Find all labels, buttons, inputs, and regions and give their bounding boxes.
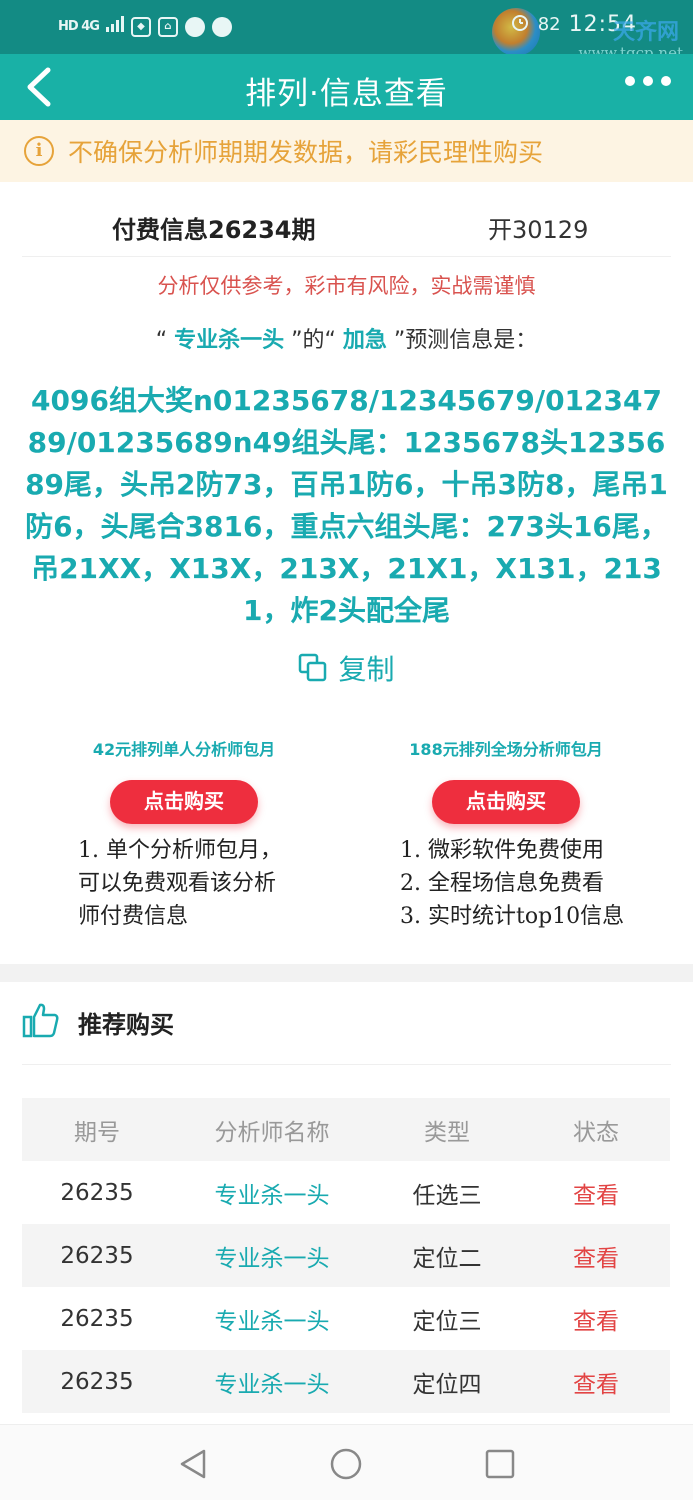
type-cell: 定位四: [412, 1371, 482, 1398]
copy-icon: [298, 653, 328, 683]
page-title: 排列·信息查看: [245, 76, 448, 112]
package-line: 2. 全程场信息免费看: [400, 871, 604, 896]
package-description: 1. 单个分析师包月， 可以免费观看该分析 师付费信息: [34, 834, 334, 933]
signal-bars-icon: [105, 16, 124, 37]
type-cell: 定位二: [412, 1245, 482, 1272]
warning-notice: i 不确保分析师期期发数据，请彩民理性购买: [0, 120, 693, 182]
package-line: 可以免费观看该分析: [78, 871, 277, 896]
view-link[interactable]: 查看: [522, 1365, 670, 1399]
recommend-table: 期号 分析师名称 类型 状态 26235 专业杀一头 任选三 查看 26235 …: [22, 1098, 670, 1413]
open-result: 开30129: [488, 216, 589, 244]
package-line: 3. 实时统计top10信息: [400, 904, 625, 929]
view-link[interactable]: 查看: [522, 1176, 670, 1210]
home-notification-icon: ⌂: [157, 16, 178, 37]
analyst-link[interactable]: 专业杀一头: [172, 1365, 372, 1399]
app-notification-icon: ◆: [130, 16, 151, 37]
watermark-brand: 天齐网: [612, 20, 679, 45]
nav-recents-button[interactable]: [483, 1447, 517, 1481]
more-options-button[interactable]: [625, 76, 671, 86]
package-single: 42元排列单人分析师包月 点击购买 1. 单个分析师包月， 可以免费观看该分析 …: [34, 736, 334, 933]
package-line: 1. 微彩软件免费使用: [400, 838, 604, 863]
nav-back-button[interactable]: [176, 1447, 210, 1481]
system-nav-bar: [0, 1424, 693, 1500]
divider: [22, 256, 671, 257]
column-header: 类型: [424, 1119, 470, 1146]
issue-cell: 26235: [60, 1305, 134, 1332]
prediction-prefix: “: [155, 328, 175, 353]
nav-home-button[interactable]: [329, 1447, 363, 1481]
package-all: 188元排列全场分析师包月 点击购买 1. 微彩软件免费使用 2. 全程场信息免…: [356, 736, 656, 933]
status-bar: HD 4G ◆ ⌂ 82 12:54 天齐网 www.tqcp.net: [0, 0, 693, 62]
package-title: 188元排列全场分析师包月: [409, 740, 603, 759]
issue-label: 付费信息26234期: [112, 216, 316, 244]
section-separator: [0, 964, 693, 982]
package-line: 1. 单个分析师包月，: [78, 838, 282, 863]
prediction-content: 4096组大奖n01235678/12345679/01234789/01235…: [25, 384, 668, 627]
app-bar: 排列·信息查看: [0, 54, 693, 120]
type-cell: 定位三: [412, 1308, 482, 1335]
circle-home-icon: [330, 1448, 362, 1480]
prediction-suffix: ”预测信息是：: [386, 328, 538, 353]
prediction-mid: ”的“: [284, 328, 343, 353]
issue-cell: 26235: [60, 1242, 134, 1269]
signal-text: HD 4G: [58, 19, 100, 34]
table-row[interactable]: 26235 专业杀一头 定位三 查看: [22, 1287, 670, 1350]
analyst-link[interactable]: 专业杀一头: [172, 1302, 372, 1336]
triangle-back-icon: [180, 1449, 206, 1479]
issue-cell: 26235: [60, 1368, 134, 1395]
more-dot-icon: [625, 76, 635, 86]
app-notification-dot2-icon: [211, 16, 232, 37]
buy-button[interactable]: 点击购买: [110, 780, 258, 824]
copy-label: 复制: [338, 653, 395, 686]
analyst-name: 专业杀一头: [174, 328, 285, 353]
thumbs-up-icon: [22, 1002, 60, 1042]
analyst-link[interactable]: 专业杀一头: [172, 1176, 372, 1210]
issue-cell: 26235: [60, 1179, 134, 1206]
column-header: 期号: [74, 1119, 120, 1146]
package-description: 1. 微彩软件免费使用 2. 全程场信息免费看 3. 实时统计top10信息: [356, 834, 656, 933]
more-dot-icon: [643, 76, 653, 86]
info-icon: i: [24, 136, 54, 166]
risk-warning: 分析仅供参考，彩市有风险，实战需谨慎: [157, 274, 536, 298]
package-title: 42元排列单人分析师包月: [92, 740, 276, 759]
square-recents-icon: [485, 1449, 515, 1479]
column-header: 分析师名称: [214, 1119, 330, 1146]
column-header: 状态: [573, 1119, 619, 1146]
divider: [22, 1064, 671, 1065]
analyst-link[interactable]: 专业杀一头: [172, 1239, 372, 1273]
table-row[interactable]: 26235 专业杀一头 定位四 查看: [22, 1350, 670, 1413]
battery-text: 82: [537, 14, 561, 35]
recommend-title: 推荐购买: [78, 1010, 174, 1039]
package-line: 师付费信息: [78, 904, 189, 929]
recommend-header: 推荐购买: [22, 1002, 174, 1042]
notice-text: 不确保分析师期期发数据，请彩民理性购买: [68, 138, 544, 167]
table-row[interactable]: 26235 专业杀一头 任选三 查看: [22, 1161, 670, 1224]
alarm-icon: [510, 12, 530, 37]
info-header: 付费信息26234期 开30129: [0, 206, 693, 250]
table-row[interactable]: 26235 专业杀一头 定位二 查看: [22, 1224, 670, 1287]
app-notification-dot-icon: [184, 16, 205, 37]
prediction-heading: “ 专业杀一头 ”的“ 加急 ”预测信息是：: [0, 322, 693, 354]
table-header: 期号 分析师名称 类型 状态: [22, 1098, 670, 1161]
copy-button[interactable]: 复制: [0, 648, 693, 688]
view-link[interactable]: 查看: [522, 1239, 670, 1273]
prediction-type: 加急: [342, 328, 387, 353]
more-dot-icon: [661, 76, 671, 86]
buy-button[interactable]: 点击购买: [432, 780, 580, 824]
type-cell: 任选三: [412, 1182, 482, 1209]
status-left: HD 4G ◆ ⌂: [58, 16, 232, 37]
view-link[interactable]: 查看: [522, 1302, 670, 1336]
